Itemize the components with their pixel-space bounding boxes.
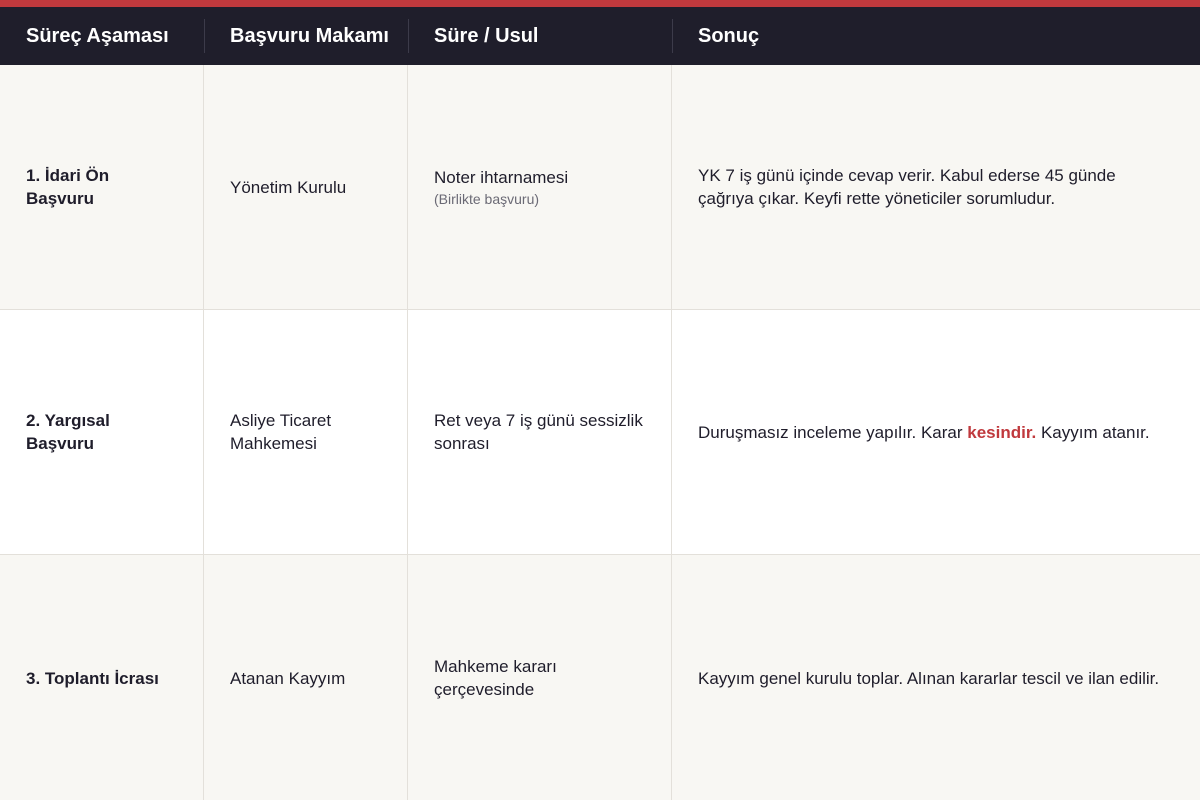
header-stage: Süreç Aşaması [0,7,204,65]
header-authority: Başvuru Makamı [204,7,408,65]
authority-text: Yönetim Kurulu [230,177,347,197]
method-note: (Birlikte başvuru) [434,190,540,207]
authority-text: Asliye Ticaret Mahkemesi [230,411,332,453]
stage-cell: 3. Toplantı İcrası [0,555,204,800]
result-cell: Kayyım genel kurulu toplar. Alınan karar… [672,555,1200,800]
result-highlight: kesindir. [967,422,1037,442]
header-method: Süre / Usul [408,7,672,65]
method-text: Mahkeme kararı çerçevesinde [434,657,557,699]
authority-cell: Atanan Kayyım [204,555,408,800]
stage-cell: 2. Yargısal Başvuru [0,310,204,555]
method-cell: Ret veya 7 iş günü sessizlik sonrası [408,310,672,555]
method-cell: Noter ihtarnamesi (Birlikte başvuru) [408,65,672,310]
stage-label: 3. Toplantı İcrası [26,668,159,688]
result-text-before: Duruşmasız inceleme yapılır. Karar [698,422,968,442]
result-cell: Duruşmasız inceleme yapılır. Karar kesin… [672,310,1200,555]
result-cell: YK 7 iş günü içinde cevap verir. Kabul e… [672,65,1200,310]
stage-label-line2: Başvuru [26,434,95,453]
method-cell: Mahkeme kararı çerçevesinde [408,555,672,800]
stage-label-line1: 2. Yargısal [26,411,110,430]
stage-label-line1: 1. İdari Ön [26,166,110,185]
result-text: YK 7 iş günü içinde cevap verir. Kabul e… [698,166,1116,208]
method-text: Ret veya 7 iş günü sessizlik sonrası [434,411,643,453]
authority-cell: Asliye Ticaret Mahkemesi [204,310,408,555]
procedure-table-page: Süreç Aşaması Başvuru Makamı Süre / Usul… [0,0,1200,800]
top-accent-bar [0,0,1200,7]
method-text: Noter ihtarnamesi [434,167,569,187]
result-text: Duruşmasız inceleme yapılır. Karar kesin… [698,421,1176,444]
authority-cell: Yönetim Kurulu [204,65,408,310]
authority-text: Atanan Kayyım [230,668,346,688]
stage-label-line2: Başvuru [26,189,95,208]
stage-cell: 1. İdari Ön Başvuru [0,65,204,310]
procedure-table: Süreç Aşaması Başvuru Makamı Süre / Usul… [0,7,1200,800]
result-text: Kayyım genel kurulu toplar. Alınan karar… [698,668,1160,688]
header-result: Sonuç [672,7,1200,65]
result-text-after: Kayyım atanır. [1036,422,1150,442]
